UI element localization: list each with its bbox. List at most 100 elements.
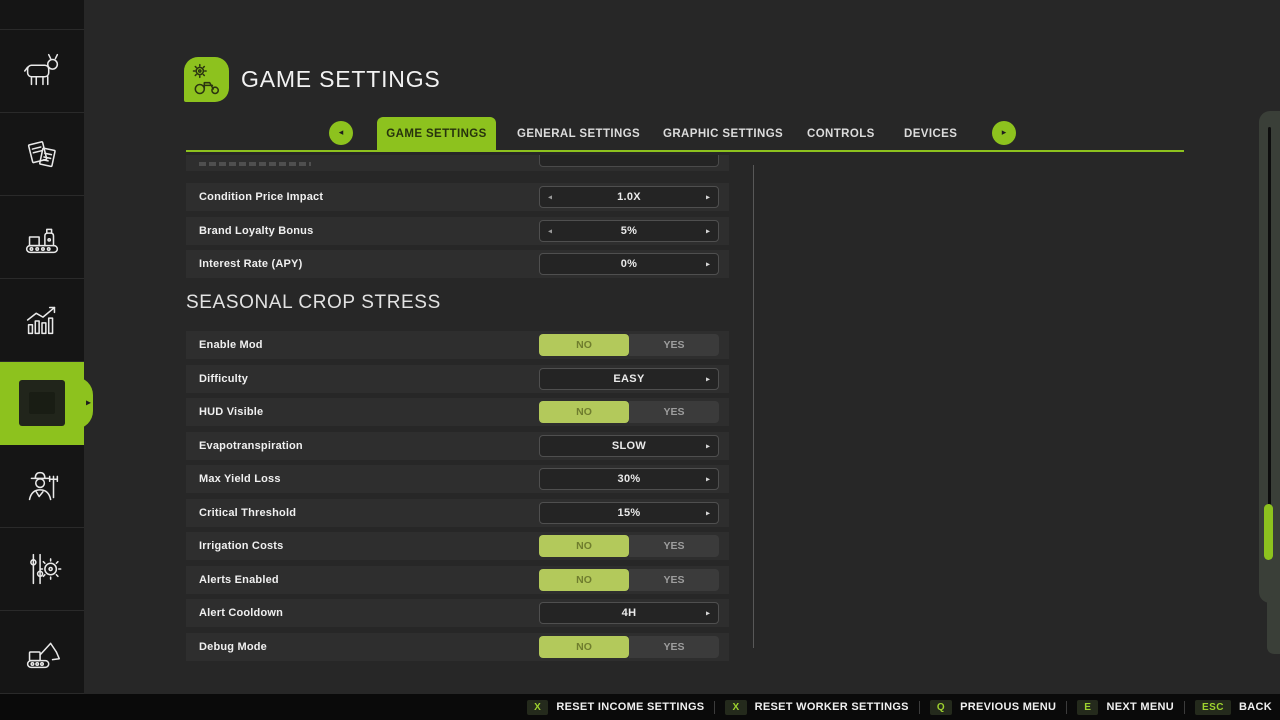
toggle-yes-button[interactable]: YES [629, 535, 719, 557]
setting-row: HUD Visible NO YES [186, 398, 729, 426]
evapotranspiration-selector[interactable]: SLOW ▸ [539, 435, 719, 457]
key-badge-e: E [1077, 700, 1098, 715]
mod-settings-icon [19, 380, 65, 426]
chevron-right-icon: ▸ [1002, 128, 1007, 138]
sidebar-item-statistics[interactable] [0, 279, 84, 362]
interest-rate-selector[interactable]: 0% ▸ [539, 253, 719, 275]
setting-value: SLOW [612, 440, 646, 452]
tabs-prev-button[interactable]: ◂ [329, 121, 353, 145]
toggle-yes-button[interactable]: YES [629, 569, 719, 591]
excavator-icon [19, 629, 65, 675]
back-button[interactable]: ESC BACK [1195, 700, 1272, 715]
tabs-next-button[interactable]: ▸ [992, 121, 1016, 145]
condition-price-impact-selector[interactable]: ◂ 1.0X ▸ [539, 186, 719, 208]
page-scrollbar-tail [1267, 596, 1280, 654]
page-title: GAME SETTINGS [241, 66, 441, 93]
sidebar-item-workers[interactable] [0, 445, 84, 528]
setting-row: Irrigation Costs NO YES [186, 532, 729, 560]
toggle-no-button[interactable]: NO [539, 636, 629, 658]
page-scrollbar-thumb[interactable] [1264, 504, 1273, 560]
tab-label: GRAPHIC SETTINGS [663, 128, 783, 140]
divider [919, 701, 920, 714]
irrigation-costs-toggle: NO YES [539, 535, 719, 557]
next-menu-button[interactable]: E NEXT MENU [1077, 700, 1174, 715]
hotkey-label: RESET WORKER SETTINGS [755, 701, 909, 713]
divider [714, 701, 715, 714]
toggle-no-button[interactable]: NO [539, 535, 629, 557]
active-item-arrow-icon: ▸ [86, 398, 91, 409]
tab-graphic-settings[interactable]: GRAPHIC SETTINGS [663, 117, 783, 151]
key-badge-q: Q [930, 700, 952, 715]
sidebar-item-contracts[interactable] [0, 113, 84, 196]
setting-row: Enable Mod NO YES [186, 331, 729, 359]
reset-income-settings-button[interactable]: X RESET INCOME SETTINGS [527, 700, 704, 715]
tab-game-settings[interactable]: GAME SETTINGS [377, 117, 496, 151]
toggle-yes-button[interactable]: YES [629, 636, 719, 658]
sidebar: ▸ [0, 0, 84, 694]
sliders-gear-icon [19, 546, 65, 592]
setting-value: 0% [621, 258, 638, 270]
setting-row: Evapotranspiration SLOW ▸ [186, 432, 729, 460]
cow-icon [19, 48, 65, 94]
max-yield-loss-selector[interactable]: 30% ▸ [539, 468, 719, 490]
toggle-no-button[interactable]: NO [539, 569, 629, 591]
setting-value: 1.0X [617, 191, 641, 203]
setting-row: Brand Loyalty Bonus ◂ 5% ▸ [186, 217, 729, 245]
toggle-no-button[interactable]: NO [539, 401, 629, 423]
tab-controls[interactable]: CONTROLS [807, 117, 875, 151]
setting-value: 30% [618, 473, 641, 485]
toggle-no-button[interactable]: NO [539, 334, 629, 356]
setting-row: Debug Mode NO YES [186, 633, 729, 661]
arrow-right-icon[interactable]: ▸ [706, 226, 710, 235]
arrow-right-icon[interactable]: ▸ [706, 508, 710, 517]
brand-loyalty-bonus-selector[interactable]: ◂ 5% ▸ [539, 220, 719, 242]
debug-mode-toggle: NO YES [539, 636, 719, 658]
game-settings-screen: ▸ [0, 0, 1280, 720]
toggle-yes-button[interactable]: YES [629, 334, 719, 356]
sidebar-item-tuning[interactable] [0, 528, 84, 611]
key-badge-esc: ESC [1195, 700, 1231, 715]
arrow-right-icon[interactable]: ▸ [706, 193, 710, 202]
sidebar-item-animals[interactable] [0, 30, 84, 113]
setting-value: 5% [621, 225, 638, 237]
arrow-right-icon[interactable]: ▸ [706, 609, 710, 618]
key-badge-x: X [527, 700, 548, 715]
list-scrollbar[interactable] [753, 165, 754, 648]
clipped-label [199, 162, 311, 166]
active-item-bump: ▸ [75, 377, 93, 429]
arrow-right-icon[interactable]: ▸ [706, 374, 710, 383]
alert-cooldown-selector[interactable]: 4H ▸ [539, 602, 719, 624]
difficulty-selector[interactable]: EASY ▸ [539, 368, 719, 390]
setting-row: Max Yield Loss 30% ▸ [186, 465, 729, 493]
tab-label: GENERAL SETTINGS [517, 128, 640, 140]
sidebar-item-construction[interactable] [0, 611, 84, 694]
divider [1066, 701, 1067, 714]
key-badge-x: X [725, 700, 746, 715]
reset-worker-settings-button[interactable]: X RESET WORKER SETTINGS [725, 700, 908, 715]
setting-row: Condition Price Impact ◂ 1.0X ▸ [186, 183, 729, 211]
previous-menu-button[interactable]: Q PREVIOUS MENU [930, 700, 1056, 715]
clipped-row [186, 155, 729, 171]
tab-general-settings[interactable]: GENERAL SETTINGS [517, 117, 640, 151]
arrow-left-icon[interactable]: ◂ [548, 226, 552, 235]
setting-row: Alert Cooldown 4H ▸ [186, 599, 729, 627]
enable-mod-toggle: NO YES [539, 334, 719, 356]
arrow-right-icon[interactable]: ▸ [706, 441, 710, 450]
sidebar-item-vehicles[interactable] [0, 0, 84, 30]
divider [1184, 701, 1185, 714]
arrow-right-icon[interactable]: ▸ [706, 475, 710, 484]
critical-threshold-selector[interactable]: 15% ▸ [539, 502, 719, 524]
statistics-chart-icon [19, 297, 65, 343]
sidebar-item-mod-settings[interactable]: ▸ [0, 362, 84, 445]
arrow-right-icon[interactable]: ▸ [706, 260, 710, 269]
arrow-left-icon[interactable]: ◂ [548, 193, 552, 202]
bottom-hotkey-bar: X RESET INCOME SETTINGS X RESET WORKER S… [0, 694, 1280, 720]
toggle-yes-button[interactable]: YES [629, 401, 719, 423]
clipped-selector [539, 155, 719, 167]
tab-devices[interactable]: DEVICES [904, 117, 957, 151]
setting-value: 4H [622, 607, 637, 619]
hotkey-label: RESET INCOME SETTINGS [556, 701, 704, 713]
page-scrollbar-slot [1268, 127, 1271, 560]
sidebar-item-production[interactable] [0, 196, 84, 279]
hud-visible-toggle: NO YES [539, 401, 719, 423]
